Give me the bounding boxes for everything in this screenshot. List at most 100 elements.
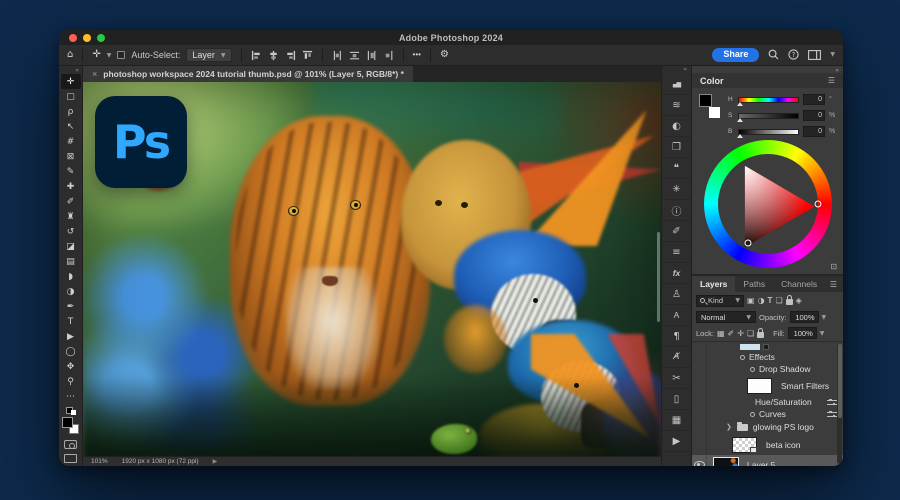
patterns-panel-icon[interactable]: ✳ [662, 179, 691, 200]
filter-blending-options-icon[interactable] [827, 399, 837, 406]
distribute-right-icon[interactable] [366, 50, 377, 61]
eye-icon[interactable] [694, 461, 705, 466]
title-bar[interactable]: Adobe Photoshop 2024 [59, 30, 843, 45]
collapse-dock-icon[interactable]: « [662, 66, 691, 74]
sv-marker[interactable] [744, 239, 751, 246]
layer-row-drop-shadow[interactable]: Drop Shadow [692, 363, 843, 375]
type-layer-filter-icon[interactable]: T [768, 296, 773, 305]
wheel-options-icon[interactable]: ⊡ [830, 262, 837, 271]
brightness-slider[interactable] [738, 129, 799, 135]
healing-brush-tool[interactable]: ✚ [61, 179, 81, 194]
opacity-value[interactable]: 100% [790, 311, 819, 323]
actions-panel-icon[interactable]: ▶ [662, 431, 691, 452]
hue-marker[interactable] [814, 200, 821, 207]
layer-row-layer5-selected[interactable]: Layer 5 [692, 455, 843, 466]
history-brush-tool[interactable]: ↺ [61, 224, 81, 239]
distribute-v-icon[interactable] [383, 50, 394, 61]
brightness-value[interactable]: 0 [803, 126, 825, 137]
zoom-level[interactable]: 101% [91, 458, 108, 465]
tab-channels[interactable]: Channels [773, 276, 825, 292]
screen-mode-button[interactable] [64, 454, 77, 463]
chevron-down-icon[interactable]: ▼ [830, 51, 835, 58]
visibility-toggle[interactable] [692, 396, 707, 408]
shape-tool[interactable]: ◯ [61, 344, 81, 359]
more-tools-icon[interactable]: ⋯ [61, 389, 81, 404]
paragraph-panel-icon[interactable]: ¶ [662, 326, 691, 347]
effect-toggle-icon[interactable] [750, 367, 755, 372]
dodge-tool[interactable]: ◑ [61, 284, 81, 299]
eyedropper-tool[interactable]: ✎ [61, 164, 81, 179]
gear-icon[interactable]: ⚙ [440, 50, 449, 60]
tab-paths[interactable]: Paths [735, 276, 773, 292]
panel-menu-icon[interactable]: ☰ [830, 280, 837, 289]
comments-panel-icon[interactable]: ❝ [662, 158, 691, 179]
visibility-toggle[interactable] [692, 408, 707, 420]
maximize-window-button[interactable] [97, 34, 105, 42]
effects-toggle-icon[interactable] [740, 355, 745, 360]
layer-thumbnail[interactable] [713, 457, 739, 466]
collapse-toolbar-icon[interactable]: » [75, 67, 82, 74]
clip-adjustment-panel-icon[interactable]: ◐ [662, 116, 691, 137]
distribute-left-icon[interactable] [332, 50, 343, 61]
foreground-background-swatches[interactable] [62, 417, 79, 434]
lock-position-icon[interactable]: ✛ [737, 329, 744, 338]
blend-mode-dropdown[interactable]: Normal ▼ [696, 311, 756, 323]
align-center-h-icon[interactable] [268, 50, 279, 61]
canvas-scrollbar[interactable] [657, 232, 660, 322]
move-tool-icon[interactable]: ✛ [92, 50, 100, 60]
move-tool[interactable]: ✛ [61, 74, 81, 89]
pixel-layer-filter-icon[interactable]: ▣ [747, 296, 755, 305]
layer-row-curves[interactable]: Curves [692, 408, 843, 420]
saturation-value[interactable]: 0 [803, 110, 825, 121]
align-top-icon[interactable] [302, 50, 313, 61]
visibility-toggle[interactable] [692, 351, 707, 363]
chevron-down-icon[interactable]: ▼ [107, 52, 112, 59]
align-left-icon[interactable] [251, 50, 262, 61]
info-panel-icon[interactable]: ⓘ [662, 200, 691, 221]
layer-comps-panel-icon[interactable]: ▦ [662, 410, 691, 431]
filter-blending-options-icon[interactable] [827, 411, 837, 418]
minimize-window-button[interactable] [83, 34, 91, 42]
shape-layer-filter-icon[interactable]: ❏ [775, 296, 782, 305]
hand-tool[interactable]: ✥ [61, 359, 81, 374]
auto-select-target-dropdown[interactable]: Layer ▼ [186, 48, 231, 62]
color-wheel[interactable]: ⊡ [692, 139, 843, 274]
distribute-center-h-icon[interactable] [349, 50, 360, 61]
layer-row-partial[interactable] [692, 342, 843, 351]
status-chevron-icon[interactable]: ▶ [213, 458, 218, 465]
hue-value[interactable]: 0 [803, 94, 825, 105]
smart-object-filter-icon[interactable] [786, 299, 793, 305]
chevron-down-icon[interactable]: ▼ [820, 330, 825, 337]
styles-panel-icon[interactable]: fx [662, 263, 691, 284]
layer-row-hue-saturation[interactable]: Hue/Saturation [692, 396, 843, 408]
close-window-button[interactable] [69, 34, 77, 42]
clone-source-panel-icon[interactable]: ♙ [662, 284, 691, 305]
libraries-panel-icon[interactable]: ❐ [662, 137, 691, 158]
filter-toggle-icon[interactable] [750, 412, 755, 417]
filter-kind-dropdown[interactable]: Kind ▼ [696, 295, 744, 307]
saturation-slider[interactable] [738, 113, 799, 119]
fill-value[interactable]: 100% [788, 327, 817, 339]
workspace-switcher-icon[interactable] [808, 50, 821, 60]
blur-tool[interactable]: ◗ [61, 269, 81, 284]
gradient-tool[interactable]: ▤ [61, 254, 81, 269]
brush-settings-panel-icon[interactable]: ✐ [662, 221, 691, 242]
layer-row-beta-icon[interactable]: beta icon [692, 434, 843, 455]
home-icon[interactable]: ⌂ [67, 50, 73, 60]
crop-tool[interactable]: # [61, 134, 81, 149]
color-swatches[interactable] [699, 94, 721, 118]
quick-mask-button[interactable] [64, 440, 77, 449]
visibility-toggle[interactable] [692, 375, 707, 396]
close-tab-icon[interactable]: × [92, 69, 97, 79]
search-icon[interactable] [768, 49, 779, 60]
pen-tool[interactable]: ✒ [61, 299, 81, 314]
lasso-tool[interactable]: ρ [61, 104, 81, 119]
properties-panel-icon[interactable]: ≡ [662, 242, 691, 263]
help-icon[interactable]: ? [788, 49, 799, 60]
document-tab[interactable]: × photoshop workspace 2024 tutorial thum… [83, 66, 413, 82]
lock-all-icon[interactable] [757, 332, 764, 338]
visibility-toggle[interactable] [692, 455, 707, 466]
group-expander-icon[interactable]: ❯ [726, 423, 732, 431]
layer-row-group[interactable]: ❯ glowing PS logo [692, 420, 843, 434]
lock-artboard-icon[interactable]: ❏ [747, 329, 754, 338]
